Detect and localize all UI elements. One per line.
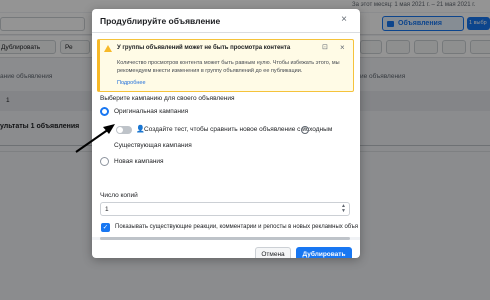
quantity-stepper[interactable]: ▲ ▼ bbox=[341, 204, 346, 214]
copies-label: Число копий bbox=[100, 192, 138, 199]
radio-existing-label[interactable]: Существующая кампания bbox=[114, 142, 192, 149]
dialog-title: Продублируйте объявление bbox=[100, 16, 221, 26]
dialog-header: Продублируйте объявление × bbox=[92, 9, 360, 33]
show-reactions-label: Показывать существующие реакции, коммент… bbox=[115, 224, 359, 230]
radio-original-campaign[interactable] bbox=[100, 107, 109, 116]
copies-input[interactable]: 1 bbox=[100, 202, 350, 216]
dismiss-icon[interactable]: × bbox=[340, 43, 345, 52]
learn-more-link[interactable]: Подробнее bbox=[117, 80, 146, 86]
warning-banner: У группы объявлений может не быть просмо… bbox=[97, 39, 354, 92]
campaign-section-label: Выберите кампанию для своего объявления bbox=[100, 95, 235, 102]
radio-new-label: Новая кампания bbox=[114, 158, 164, 165]
radio-original-label: Оригинальная кампания bbox=[114, 108, 189, 115]
test-toggle[interactable] bbox=[116, 126, 132, 134]
close-icon[interactable]: × bbox=[338, 14, 350, 26]
scrollbar-thumb[interactable] bbox=[100, 237, 350, 240]
warning-text: Количество просмотров контента может быт… bbox=[117, 60, 340, 74]
pin-icon[interactable]: ⊡ bbox=[322, 43, 328, 51]
info-icon[interactable]: i bbox=[301, 126, 309, 134]
show-reactions-checkbox[interactable]: ✓ bbox=[101, 223, 110, 232]
cancel-button[interactable]: Отмена bbox=[255, 247, 291, 258]
duplicate-ad-dialog: Продублируйте объявление × У группы объя… bbox=[92, 9, 360, 258]
radio-new-campaign[interactable] bbox=[100, 157, 109, 166]
duplicate-button[interactable]: Дублировать bbox=[296, 247, 352, 258]
warning-title: У группы объявлений может не быть просмо… bbox=[117, 45, 291, 51]
warning-icon bbox=[104, 45, 112, 52]
